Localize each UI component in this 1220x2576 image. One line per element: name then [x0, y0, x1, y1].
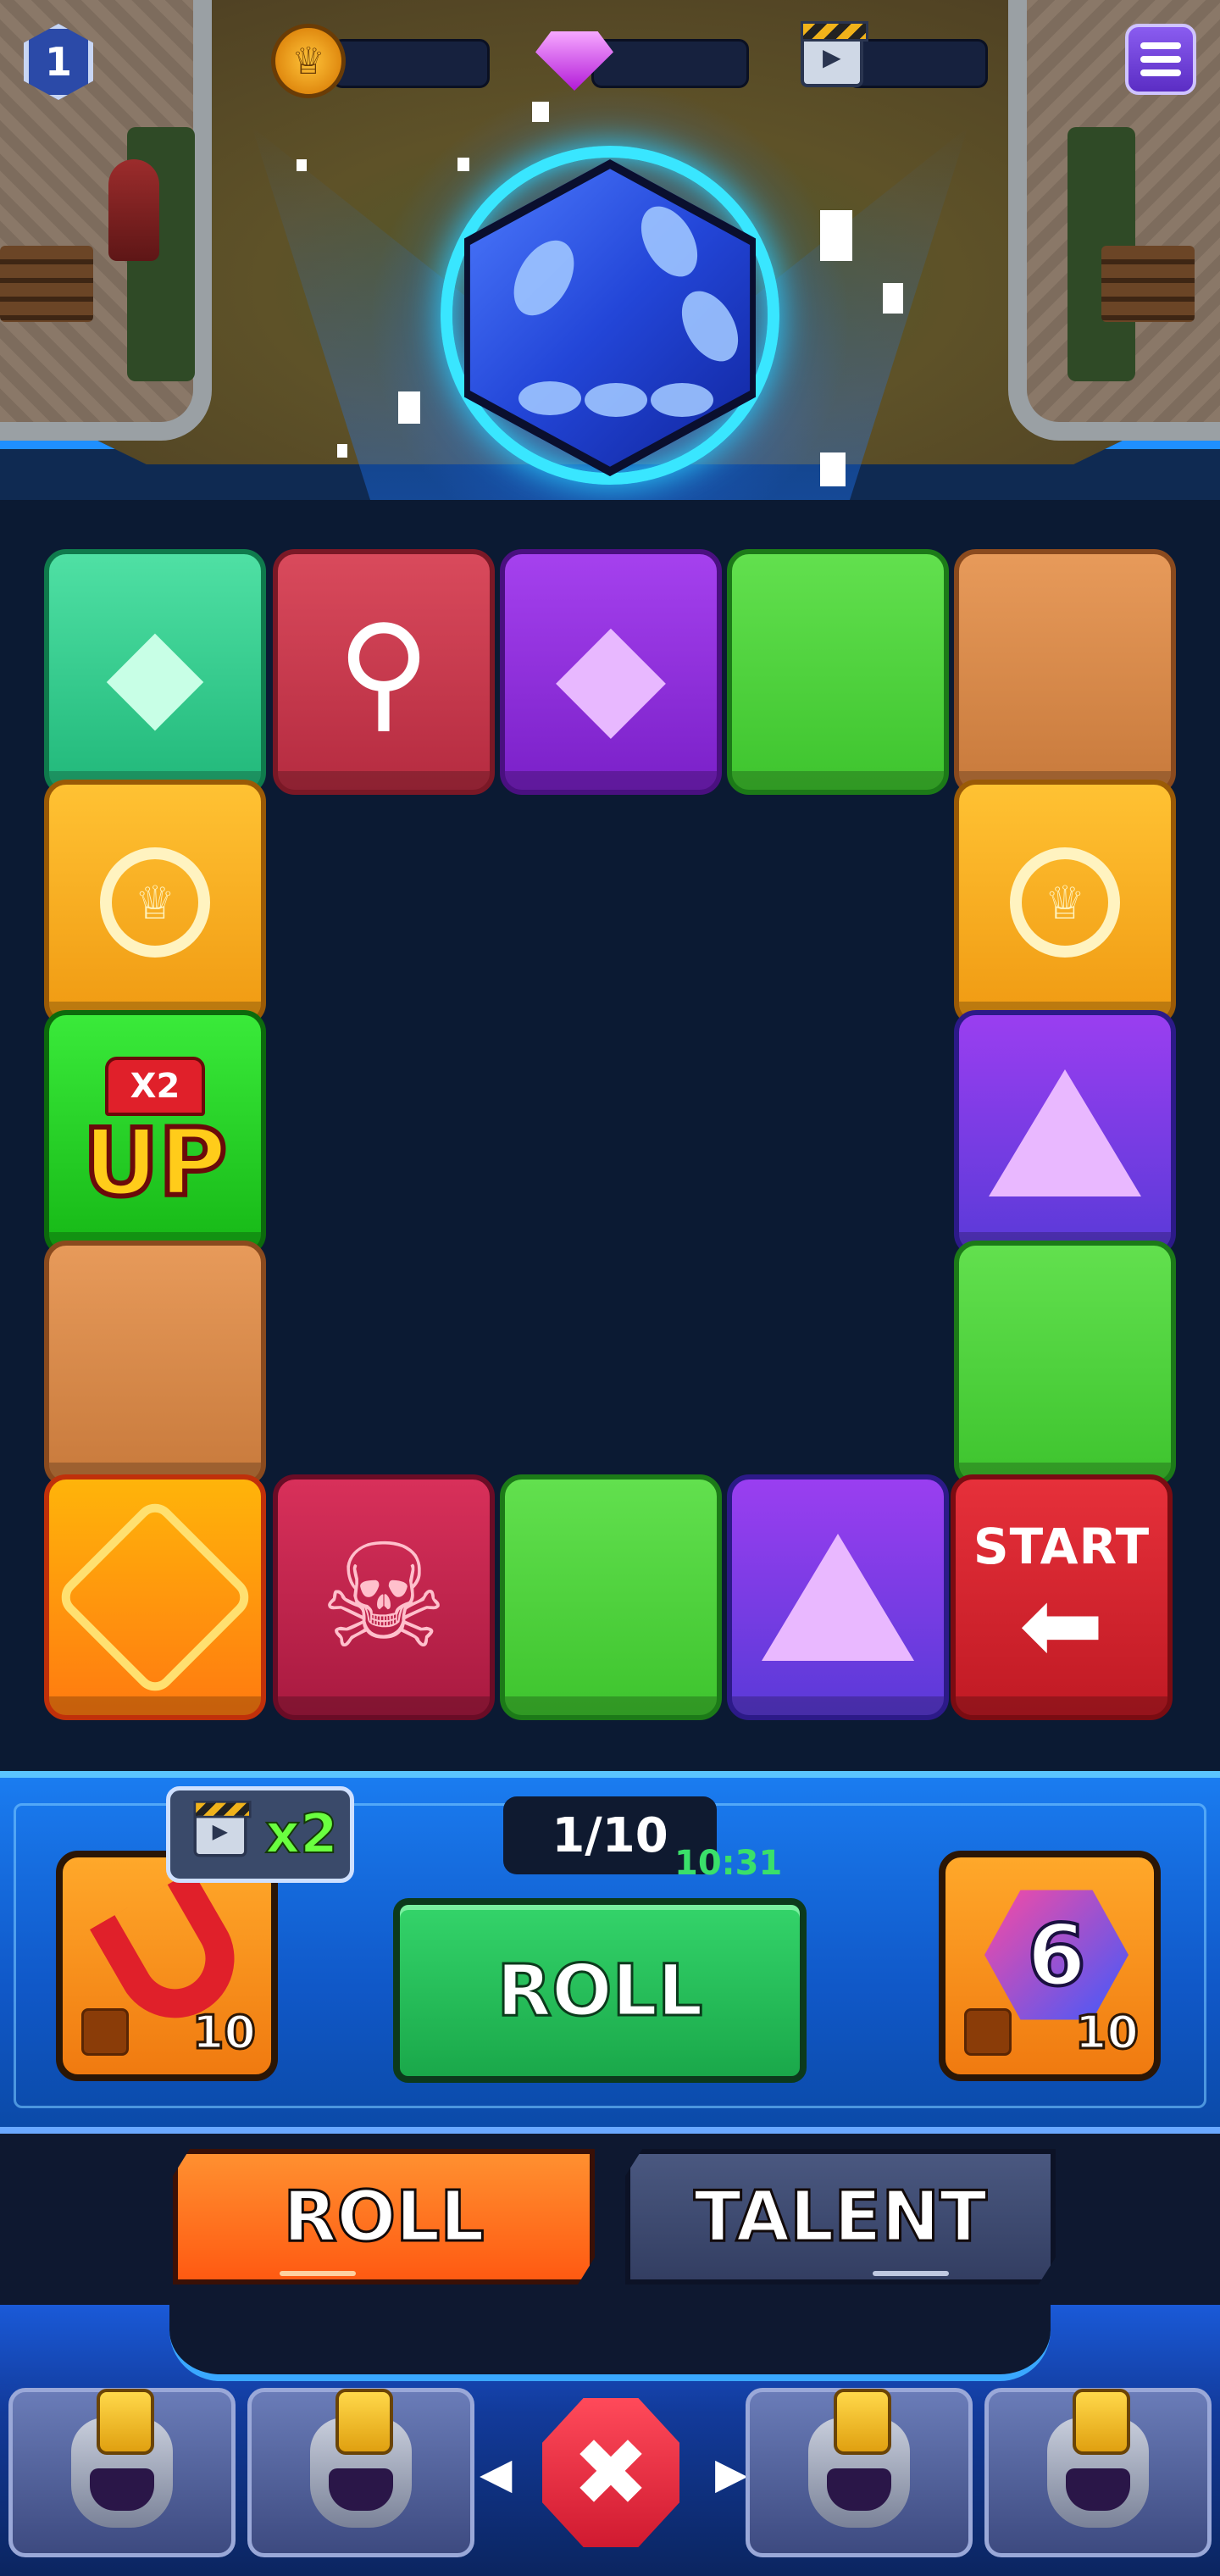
six-value: 6 — [1025, 1904, 1088, 2007]
hamburger-menu-icon[interactable] — [1125, 24, 1196, 95]
tab-talent-indicator — [873, 2271, 949, 2276]
emerald-gems-icon: ◆ — [106, 598, 204, 746]
coin-counter[interactable] — [332, 39, 490, 88]
tile-gem-reward: ◆ — [500, 549, 722, 795]
tile-prism — [954, 1010, 1176, 1256]
hero-helmet-icon — [71, 2389, 173, 2528]
powerup-slot — [81, 2008, 129, 2056]
tab-roll-indicator — [280, 2271, 356, 2276]
bench — [0, 246, 93, 322]
sparkle — [297, 159, 307, 171]
watch-video-x2-button[interactable]: x2 — [166, 1786, 354, 1883]
hero-slot[interactable] — [746, 2388, 973, 2557]
six-powerup-button[interactable]: 6 10 — [939, 1851, 1161, 2081]
video-clapper-icon — [193, 1801, 252, 1857]
prism-icon — [989, 1069, 1141, 1196]
hero-slot[interactable] — [247, 2388, 474, 2557]
dice-pip — [651, 383, 713, 417]
player-level: 1 — [44, 39, 72, 85]
dice-pip — [518, 381, 581, 415]
hero-helmet-icon — [310, 2389, 412, 2528]
tile-prism — [727, 1474, 949, 1720]
tile-skull: ☠ — [273, 1474, 495, 1720]
hero-slot[interactable] — [984, 2388, 1212, 2557]
tile-coin-reward: ♕ — [954, 780, 1176, 1025]
x2-label: x2 — [264, 1802, 339, 1867]
six-count: 10 — [1073, 2005, 1140, 2061]
tile-coin-reward: ♕ — [44, 780, 266, 1025]
tab-talent[interactable]: TALENT — [625, 2149, 1056, 2285]
tile-grass — [727, 549, 949, 795]
diamond-icon: ◆ — [555, 588, 667, 756]
refill-timer: 10:31 — [674, 1844, 783, 1883]
up-label: UP — [80, 1108, 230, 1217]
dice-icon — [53, 1495, 258, 1700]
magnet-count: 10 — [191, 2005, 257, 2061]
game-screen: 1 ♕ ◆ ⚲ ◆ ♕ X2 UP ♕ ☠ START ⬅ 10 x — [0, 0, 1220, 2576]
keys-icon: ⚲ — [337, 598, 430, 746]
powerup-slot — [964, 2008, 1012, 2056]
crown-coin-icon: ♕ — [268, 20, 349, 102]
tile-double-up: X2 UP — [44, 1010, 266, 1256]
video-clapper-icon — [791, 20, 873, 102]
hero-helmet-icon — [1047, 2389, 1149, 2528]
tile-grass — [500, 1474, 722, 1720]
roll-button[interactable]: ROLL — [393, 1898, 807, 2083]
sparkle — [820, 210, 852, 261]
skull-icon: ☠ — [319, 1513, 449, 1681]
arrow-right-icon[interactable]: ▶ — [715, 2449, 747, 2498]
gem-icon — [534, 20, 615, 102]
bench — [1101, 246, 1195, 322]
hero-slot[interactable] — [8, 2388, 236, 2557]
hero-bar-curve — [169, 2305, 1051, 2381]
tile-emerald-reward: ◆ — [44, 549, 266, 795]
hero-helmet-icon — [808, 2389, 910, 2528]
tile-keys: ⚲ — [273, 549, 495, 795]
sparkle — [337, 444, 347, 458]
tile-sand — [954, 549, 1176, 795]
sparkle — [532, 102, 549, 122]
fire-hydrant — [108, 159, 159, 261]
crown-coins-icon: ♕ — [1010, 847, 1120, 958]
prism-icon — [762, 1534, 914, 1661]
tile-sand — [44, 1241, 266, 1486]
magnet-powerup-button[interactable]: 10 — [56, 1851, 278, 2081]
sparkle — [458, 158, 469, 171]
arrow-left-icon[interactable]: ◀ — [480, 2449, 512, 2498]
dice-pip — [585, 383, 647, 417]
arrow-left-icon: ⬅ — [1018, 1567, 1105, 1685]
sparkle — [883, 283, 903, 314]
tile-start: START ⬅ — [951, 1474, 1173, 1720]
x2-badge: X2 — [104, 1057, 206, 1116]
sparkle — [398, 391, 420, 424]
tab-roll[interactable]: ROLL — [173, 2149, 595, 2285]
crown-coins-icon: ♕ — [100, 847, 210, 958]
tile-grass — [954, 1241, 1176, 1486]
sparkle — [820, 452, 846, 486]
tile-dice-reward — [44, 1474, 266, 1720]
